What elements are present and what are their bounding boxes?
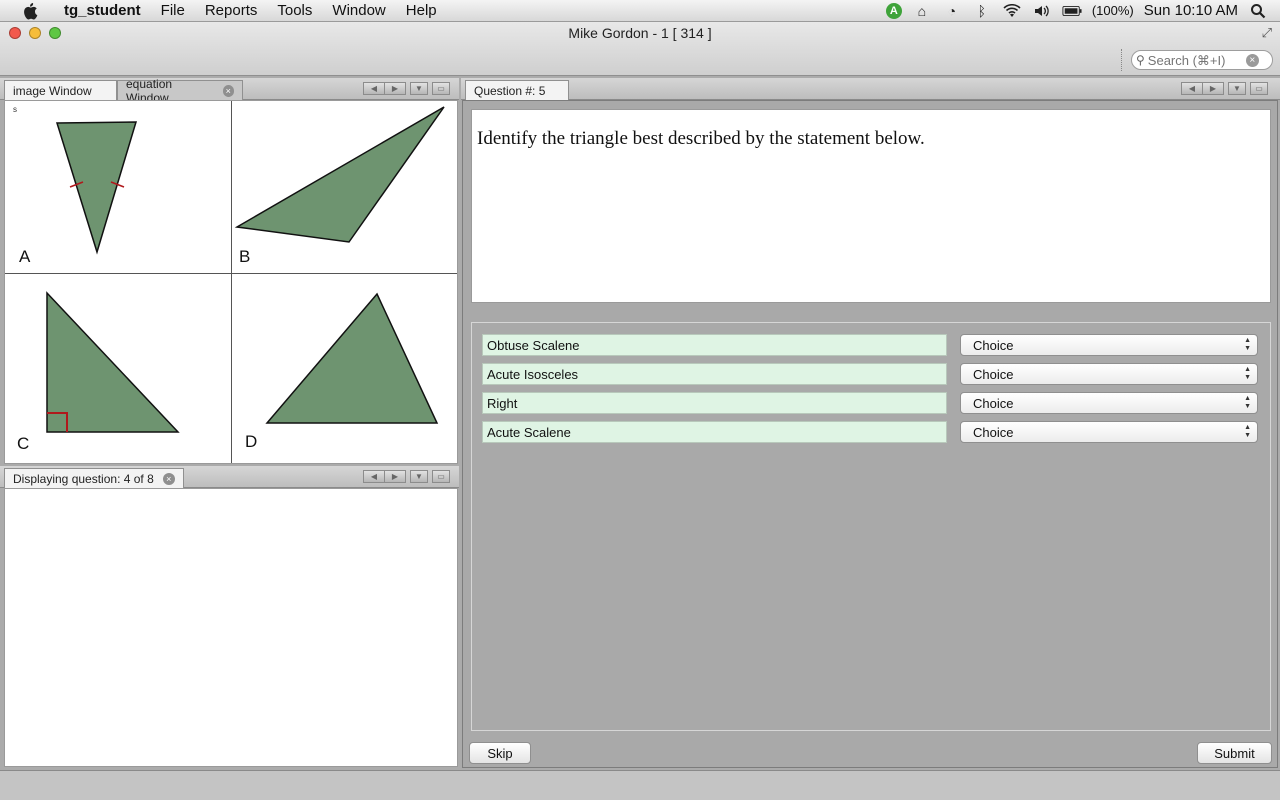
menu-help[interactable]: Help [396, 0, 447, 22]
close-tab-icon[interactable]: × [222, 84, 234, 97]
triangle-d [265, 292, 439, 424]
tab-image-window[interactable]: image Window [4, 80, 117, 100]
adobe-updater-icon[interactable]: A [885, 2, 902, 19]
dropdown-arrows-icon: ▲ ▼ [1244, 366, 1251, 381]
status-panel-body [4, 488, 458, 767]
bluetooth-icon[interactable]: ᛒ [972, 2, 992, 20]
apple-menu-icon[interactable] [20, 2, 40, 20]
window-bottom-bar [0, 770, 1280, 800]
answer-label: Acute Scalene [482, 421, 947, 443]
dropdown-arrows-icon: ▲ ▼ [1244, 395, 1251, 410]
search-input[interactable] [1147, 52, 1244, 68]
dropdown-value: Choice [973, 424, 1014, 440]
tab-label: Question #: 5 [474, 83, 546, 98]
battery-icon[interactable] [1062, 2, 1082, 20]
answer-choice-dropdown[interactable]: Choice ▲ ▼ [960, 421, 1258, 443]
fullscreen-icon[interactable]: ⤢ [1262, 25, 1272, 41]
maximize-panel-button[interactable]: ▭ [1250, 82, 1268, 95]
question-text-box: Identify the triangle best described by … [471, 109, 1271, 303]
skip-button[interactable]: Skip [469, 742, 531, 764]
status-panel-tabbar: Displaying question: 4 of 8 × ◀ ▶ ▼ ▭ [0, 466, 459, 488]
answer-choice-dropdown[interactable]: Choice ▲ ▼ [960, 363, 1258, 385]
dropdown-value: Choice [973, 395, 1014, 411]
tab-displaying-question[interactable]: Displaying question: 4 of 8 × [4, 468, 184, 488]
spotlight-icon[interactable] [1248, 2, 1268, 20]
triangle-label-a: A [19, 247, 31, 266]
answer-label: Obtuse Scalene [482, 334, 947, 356]
tab-list-dropdown-button[interactable]: ▼ [410, 470, 428, 483]
answer-label: Right [482, 392, 947, 414]
answer-row: Acute Isosceles Choice ▲ ▼ [482, 363, 1262, 385]
menu-tools[interactable]: Tools [267, 0, 322, 22]
tab-question-number[interactable]: Question #: 5 [465, 80, 569, 100]
triangle-label-d: D [245, 432, 258, 451]
home-icon[interactable]: ⌂ [912, 2, 932, 20]
menu-bar: tg_student File Reports Tools Window Hel… [0, 0, 1280, 22]
scroll-tabs-left-button[interactable]: ◀ [363, 82, 385, 95]
search-clear-icon[interactable]: × [1245, 53, 1259, 67]
scroll-tabs-left-button[interactable]: ◀ [363, 470, 385, 483]
clock[interactable]: Sun 10:10 AM [1144, 2, 1238, 19]
tab-list-dropdown-button[interactable]: ▼ [1228, 82, 1246, 95]
triangle-label-c: C [17, 434, 30, 453]
menu-window[interactable]: Window [322, 0, 395, 22]
dropdown-value: Choice [973, 337, 1014, 353]
tab-label: image Window [13, 83, 92, 98]
close-tab-icon[interactable]: × [162, 472, 175, 485]
triangle-b [234, 106, 445, 243]
maximize-panel-button[interactable]: ▭ [432, 470, 450, 483]
triangle-c [46, 291, 180, 433]
time-machine-icon[interactable]: ◔ [942, 2, 962, 20]
tab-equation-window[interactable]: equation Window × [117, 77, 243, 105]
tab-list-dropdown-button[interactable]: ▼ [410, 82, 428, 95]
panel-controls: ◀ ▶ ▼ ▭ [363, 82, 450, 95]
panel-controls: ◀ ▶ ▼ ▭ [1181, 82, 1268, 95]
image-panel-tabbar: image Window equation Window × ◀ ▶ ▼ ▭ [0, 77, 459, 105]
submit-button[interactable]: Submit [1197, 742, 1272, 764]
triangle-figures [46, 106, 445, 433]
question-panel: Identify the triangle best described by … [462, 100, 1278, 768]
volume-icon[interactable] [1032, 2, 1052, 20]
maximize-panel-button[interactable]: ▭ [432, 82, 450, 95]
toolbar-grip [1121, 49, 1123, 71]
answer-choice-dropdown[interactable]: Choice ▲ ▼ [960, 392, 1258, 414]
answer-choice-dropdown[interactable]: Choice ▲ ▼ [960, 334, 1258, 356]
triangle-a [55, 121, 138, 255]
dropdown-value: Choice [973, 366, 1014, 382]
dropdown-arrows-icon: ▲ ▼ [1244, 424, 1251, 439]
answer-row: Obtuse Scalene Choice ▲ ▼ [482, 334, 1262, 356]
question-panel-tabbar: Question #: 5 ◀ ▶ ▼ ▭ [461, 78, 1280, 100]
scroll-tabs-left-button[interactable]: ◀ [1181, 82, 1203, 95]
tab-label: Displaying question: 4 of 8 [13, 471, 154, 486]
search-field[interactable]: ⚲ × [1131, 50, 1273, 70]
scroll-tabs-right-button[interactable]: ▶ [1202, 82, 1224, 95]
battery-percent: (100%) [1091, 3, 1134, 18]
panel-controls: ◀ ▶ ▼ ▭ [363, 470, 450, 483]
menu-app-name[interactable]: tg_student [54, 0, 151, 22]
menu-extras: A ⌂ ◔ ᛒ (100%) Sun 10:10 AM [885, 2, 1280, 20]
window-titlebar: Mike Gordon - 1 [ 314 ] ⤢ ⚲ × [0, 22, 1280, 76]
scroll-tabs-right-button[interactable]: ▶ [384, 470, 406, 483]
wifi-icon[interactable] [1002, 2, 1022, 20]
window-title: Mike Gordon - 1 [ 314 ] [568, 25, 712, 41]
scroll-tabs-right-button[interactable]: ▶ [384, 82, 406, 95]
menu-reports[interactable]: Reports [195, 0, 268, 22]
image-window: s A B C D [4, 100, 458, 464]
menu-file[interactable]: File [151, 0, 195, 22]
search-icon: ⚲ [1136, 53, 1145, 67]
question-text: Identify the triangle best described by … [477, 128, 925, 149]
answer-row: Right Choice ▲ ▼ [482, 392, 1262, 414]
answer-area: Obtuse Scalene Choice ▲ ▼ Acute Isosceles… [471, 322, 1271, 731]
dropdown-arrows-icon: ▲ ▼ [1244, 337, 1251, 352]
answer-row: Acute Scalene Choice ▲ ▼ [482, 421, 1262, 443]
triangle-label-b: B [239, 247, 251, 266]
answer-label: Acute Isosceles [482, 363, 947, 385]
